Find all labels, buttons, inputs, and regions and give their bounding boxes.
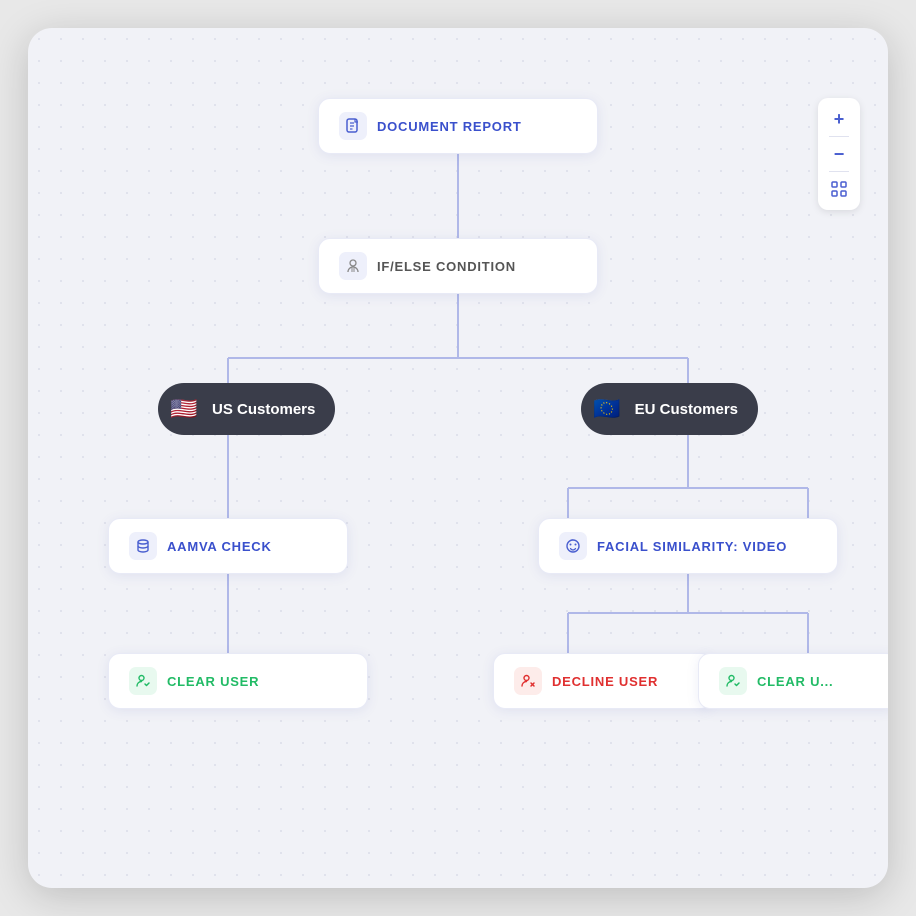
eu-customers-label: EU Customers xyxy=(635,401,738,418)
clear-user-left-label: CLEAR USER xyxy=(167,674,259,689)
check-user-icon-right xyxy=(719,667,747,695)
us-flag-icon: 🇺🇸 xyxy=(166,391,202,427)
aamva-check-node[interactable]: AAMVA CHECK xyxy=(108,518,348,574)
condition-icon xyxy=(339,252,367,280)
zoom-divider-2 xyxy=(829,171,849,172)
document-report-node[interactable]: DOCUMENT REPORT xyxy=(318,98,598,154)
ifelse-condition-node[interactable]: IF/ELSE CONDITION xyxy=(318,238,598,294)
zoom-out-button[interactable]: − xyxy=(824,139,854,169)
face-icon xyxy=(559,532,587,560)
decline-user-icon xyxy=(514,667,542,695)
us-customers-label: US Customers xyxy=(212,401,315,418)
clear-user-left-node[interactable]: CLEAR USER xyxy=(108,653,368,709)
facial-similarity-label: FACIAL SIMILARITY: VIDEO xyxy=(597,539,787,554)
fit-screen-button[interactable] xyxy=(824,174,854,204)
eu-flag-icon: 🇪🇺 xyxy=(589,391,625,427)
clear-user-right-label: CLEAR U... xyxy=(757,674,833,689)
facial-similarity-node[interactable]: FACIAL SIMILARITY: VIDEO xyxy=(538,518,838,574)
connectors-svg xyxy=(28,28,888,888)
aamva-label: AAMVA CHECK xyxy=(167,539,272,554)
database-icon xyxy=(129,532,157,560)
zoom-divider xyxy=(829,136,849,137)
zoom-controls: + − xyxy=(818,98,860,210)
clear-user-right-node[interactable]: CLEAR U... xyxy=(698,653,888,709)
check-user-icon xyxy=(129,667,157,695)
ifelse-label: IF/ELSE CONDITION xyxy=(377,259,516,274)
decline-user-label: DECLINE USER xyxy=(552,674,658,689)
decline-user-node[interactable]: DECLINE USER xyxy=(493,653,713,709)
us-customers-node[interactable]: 🇺🇸 US Customers xyxy=(158,383,335,435)
zoom-in-button[interactable]: + xyxy=(824,104,854,134)
eu-customers-node[interactable]: 🇪🇺 EU Customers xyxy=(581,383,758,435)
document-report-label: DOCUMENT REPORT xyxy=(377,119,522,134)
flow-canvas: + − DOCUMENT REPORT xyxy=(28,28,888,888)
document-icon xyxy=(339,112,367,140)
